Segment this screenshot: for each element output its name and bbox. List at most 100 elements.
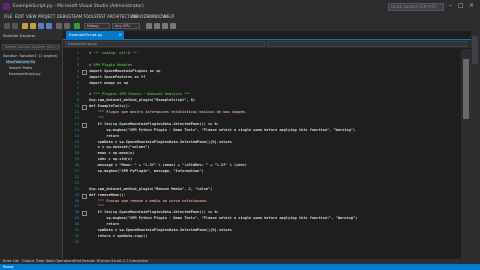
code-line[interactable]: 4- import SpaceMountainPlugins as sp	[63, 69, 461, 75]
code-line[interactable]: 8 # *** Plugins SPM Studio - Dataset Anal…	[63, 92, 461, 97]
maximize-icon[interactable]: □	[458, 2, 464, 9]
save-icon[interactable]	[38, 23, 44, 29]
code-line[interactable]: 9 @sp.spm_dataset_method_plugin("ExampleS…	[63, 98, 461, 103]
line-number: 28	[74, 210, 79, 215]
code-line[interactable]: 23	[63, 181, 461, 186]
code-line[interactable]: 29 sp.msgbox("SPM Python Plugin - Demo T…	[63, 216, 461, 221]
code-line[interactable]: 2	[63, 57, 461, 62]
code-line[interactable]: 27 """	[63, 204, 461, 209]
code-line[interactable]: 16 spmData = sp.SpaceMountainPluginsData…	[63, 140, 461, 145]
find-icon[interactable]	[146, 23, 152, 29]
code-text: # -*- coding: utf-8 -*-	[89, 51, 139, 55]
code-text: if len(sp.SpaceMountainPluginsData.Selec…	[89, 210, 219, 215]
code-line[interactable]: 21 sp.msgbox("SPM PyPlugin", message, "I…	[63, 169, 461, 174]
line-number: 1	[76, 51, 79, 55]
code-line[interactable]: 17 x = sp.dataset("values")	[63, 145, 461, 150]
minimize-icon[interactable]: –	[449, 2, 452, 9]
code-text: x = sp.dataset("values")	[89, 145, 150, 150]
undo-icon[interactable]	[56, 23, 62, 29]
window-title: ExampleScript.py - Microsoft Visual Stud…	[13, 4, 144, 9]
open-file-icon[interactable]	[30, 23, 36, 29]
status-text: Ready	[3, 265, 14, 269]
tree-item-solution[interactable]: Solution 'Solution1' (1 project)	[3, 54, 58, 58]
code-line[interactable]: 15 return	[63, 134, 461, 139]
code-line[interactable]: 20 message = "Mean: " + "%.3f" % (mean) …	[63, 163, 461, 168]
close-icon[interactable]: ×	[469, 2, 474, 9]
line-number: 14	[74, 127, 79, 132]
line-number: 24	[74, 186, 79, 191]
menu-test[interactable]: TEST	[96, 14, 106, 19]
tab-close-icon[interactable]: ×	[119, 31, 122, 39]
code-line[interactable]: 3 # SPM Plugin Modules	[63, 63, 461, 68]
line-number: 20	[74, 163, 79, 168]
menu-team[interactable]: TEAM	[71, 14, 82, 19]
solution-platform-combo[interactable]: Any CPU	[112, 23, 140, 29]
code-text: if len(sp.SpaceMountainPluginsData.Selec…	[89, 121, 219, 126]
comment-icon[interactable]	[154, 23, 160, 29]
code-line[interactable]: 28- if len(sp.SpaceMountainPluginsData.S…	[63, 210, 461, 217]
status-bar: Ready	[0, 264, 480, 270]
code-area[interactable]: 1 # -*- coding: utf-8 -*- 2 3 # SPM Plugin M…	[63, 49, 461, 259]
code-line[interactable]: 1 # -*- coding: utf-8 -*-	[63, 51, 461, 56]
tab-examplescript[interactable]: ExampleScript.py ×	[66, 31, 124, 39]
code-line[interactable]: 14 sp.msgbox("SPM Python Plugin - Demo T…	[63, 128, 461, 133]
code-line[interactable]: 12 """	[63, 116, 461, 121]
line-number: 25	[74, 192, 79, 197]
new-project-icon[interactable]	[22, 23, 28, 29]
code-text: # SPM Plugin Modules	[89, 62, 133, 67]
code-line[interactable]: 30 return	[63, 222, 461, 227]
nav-class-combo[interactable]: ExampleScript.py	[65, 41, 265, 47]
bookmark-icon[interactable]	[170, 23, 176, 29]
code-line[interactable]: 7	[63, 86, 461, 91]
uncomment-icon[interactable]	[162, 23, 168, 29]
code-text: mean = np.mean(x)	[89, 151, 135, 156]
code-line[interactable]: 18 mean = np.mean(x)	[63, 151, 461, 156]
menu-debug[interactable]: DEBUG	[57, 14, 71, 19]
code-line[interactable]: 11 """ Plugin que mostra informacoes est…	[63, 110, 461, 115]
vertical-scrollbar[interactable]	[461, 49, 471, 259]
code-line[interactable]: 24 @sp.spm_dataset_method_plugin("Remove …	[63, 187, 461, 192]
tree-item-search-paths[interactable]: Search Paths	[9, 66, 32, 70]
start-icon[interactable]	[74, 23, 80, 29]
line-number: 10	[74, 104, 79, 109]
line-number: 16	[74, 139, 79, 144]
code-line[interactable]: 22	[63, 175, 461, 180]
tree-item-file[interactable]: ExampleScript.py	[9, 72, 41, 76]
nav-member-combo[interactable]	[267, 41, 467, 47]
line-number: 17	[74, 145, 79, 150]
menu-edit[interactable]: EDIT	[15, 14, 24, 19]
code-text: sdev = np.std(x)	[89, 157, 133, 162]
code-line[interactable]: 6 import numpy as np	[63, 81, 461, 86]
menu-project[interactable]: PROJECT	[38, 14, 55, 19]
solution-search-input[interactable]: Search Solution Explorer (Ctrl+;)	[2, 44, 60, 50]
back-icon[interactable]	[4, 23, 10, 29]
code-line[interactable]: 13- if len(sp.SpaceMountainPluginsData.S…	[63, 121, 461, 128]
forward-icon[interactable]	[12, 23, 18, 29]
tree-item-project[interactable]: MiscFeatures Fix	[6, 60, 36, 64]
code-line[interactable]: 33	[63, 240, 461, 245]
line-number: 18	[74, 151, 79, 156]
redo-icon[interactable]	[64, 23, 70, 29]
code-line[interactable]: 25- def removeMean():	[63, 192, 461, 199]
code-line[interactable]: 10- def ExampleTools():	[63, 104, 461, 111]
line-number: 2	[76, 56, 79, 61]
line-number: 11	[74, 110, 79, 114]
quick-launch-input[interactable]: Quick Launch (Ctrl+Q)	[388, 3, 444, 11]
menu-view[interactable]: VIEW	[26, 14, 36, 19]
menu-file[interactable]: FILE	[4, 14, 12, 19]
line-number: 6	[76, 80, 79, 85]
code-line[interactable]: 32 return = spmData.copy()	[63, 234, 461, 239]
properties-side-tab[interactable]	[472, 36, 478, 64]
menu-analyze[interactable]: ANALYZE	[131, 14, 149, 19]
code-line[interactable]: 26 """ Funcao que remove a media da curv…	[63, 199, 461, 204]
solution-config-combo[interactable]: Debug	[84, 23, 110, 29]
scrollbar-thumb[interactable]	[463, 59, 469, 119]
line-number: 7	[76, 86, 79, 91]
menu-tools[interactable]: TOOLS	[83, 14, 97, 19]
menu-help[interactable]: HELP	[164, 14, 174, 19]
code-line[interactable]: 31 spmData = sp.SpaceMountainPluginsData…	[63, 228, 461, 233]
code-line[interactable]: 5 import SpaceFeatures as ff	[63, 75, 461, 80]
code-line[interactable]: 19 sdev = np.std(x)	[63, 157, 461, 162]
toolbar: Debug Any CPU	[0, 21, 480, 31]
save-all-icon[interactable]	[46, 23, 52, 29]
